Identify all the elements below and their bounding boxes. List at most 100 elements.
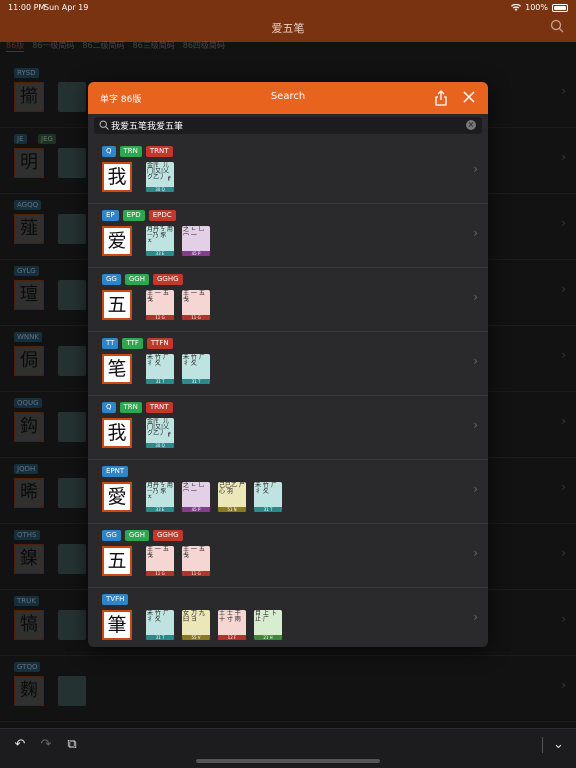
radical-glyphs: 月丹ㄋ 用ᅳ乃 豕 ㅊ	[147, 482, 173, 501]
radical-key-label: 31 T	[146, 635, 174, 640]
radical-glyphs: 禾 竹 ㄏ 彳 夂	[255, 482, 277, 495]
search-icon[interactable]	[550, 19, 564, 33]
radical-cards: 月丹ㄋ 用ᅳ乃 豕 ㅊ 33 E 之 ㄴ 乚 冖 一 45 P 己巳乙 尸 心 羽 51 …	[146, 482, 282, 512]
radical-card: 王 一 五 戋 11 G	[146, 546, 174, 576]
radical-card: 禾 竹 ㄏ 彳 夂 31 T	[182, 354, 210, 384]
code-badge: TT	[102, 338, 119, 349]
result-item[interactable]: EP EPD EPDC 爱月丹ㄋ 用ᅳ乃 豕 ㅊ 33 E 之 ㄴ 乚 冖 一 45 P ›	[88, 204, 488, 268]
battery-icon	[552, 3, 568, 12]
radical-card: 女 刀 九 臼 ヨ 55 V	[182, 610, 210, 640]
radical-key-label: 21 H	[254, 635, 282, 640]
radical-key-label: 45 P	[182, 507, 210, 512]
radical-key-label: 33 E	[146, 251, 174, 256]
radical-key-label: 33 E	[146, 507, 174, 512]
code-badge: EPNT	[102, 466, 129, 477]
battery-percent: 100%	[525, 3, 548, 12]
code-badge: GGHG	[152, 274, 183, 285]
status-date: Sun Apr 19	[44, 3, 89, 12]
character-tile: 五	[102, 546, 132, 576]
keyboard-dismiss-icon[interactable]: ⌄	[542, 737, 568, 753]
code-badges: TVFH	[102, 594, 129, 605]
undo-icon[interactable]: ↶	[12, 737, 28, 753]
radical-glyphs: 土 士 干 十 寸 雨	[219, 610, 241, 623]
result-item[interactable]: TVFH 筆 禾 竹 ㄏ 彳 夂 31 T 女 刀 九 臼 ヨ 55 V 土 士 干 十 寸…	[88, 588, 488, 647]
radical-card: 土 士 干 十 寸 雨 12 F	[218, 610, 246, 640]
character-tile: 我	[102, 162, 132, 192]
code-badges: GG GGH GGHG	[102, 530, 183, 541]
code-badge: TVFH	[102, 594, 129, 605]
chevron-right-icon: ›	[473, 546, 478, 560]
result-item[interactable]: Q TRN TRNT 我金|钅 儿 门|又|乂 ク乙丿 ┏ 30 Q ›	[88, 396, 488, 460]
code-badges: TT TTF TTFN	[102, 338, 173, 349]
result-item[interactable]: EPNT 愛月丹ㄋ 用ᅳ乃 豕 ㅊ 33 E 之 ㄴ 乚 冖 一 45 P 己巳乙 尸 心…	[88, 460, 488, 524]
close-icon[interactable]	[462, 90, 476, 104]
search-value[interactable]: 我爱五笔我爱五筆	[111, 119, 183, 132]
redo-icon[interactable]: ↷	[38, 737, 54, 753]
character-tile: 筆	[102, 610, 132, 640]
radical-glyphs: 王 一 五 戋	[147, 290, 169, 303]
radical-key-label: 31 T	[182, 379, 210, 384]
radical-key-label: 45 P	[182, 251, 210, 256]
result-item[interactable]: GG GGH GGHG 五 王 一 五 戋 11 G 王 一 五 戋 11 G ›	[88, 524, 488, 588]
radical-glyphs: 禾 竹 ㄏ 彳 夂	[147, 354, 169, 367]
code-badge: TTF	[122, 338, 143, 349]
radical-key-label: 12 F	[218, 635, 246, 640]
code-badge: EP	[102, 210, 119, 221]
radical-card: 目 上 卜 止 广 21 H	[254, 610, 282, 640]
radical-key-label: 51 N	[218, 507, 246, 512]
radical-glyphs: 之 ㄴ 乚 冖 一	[183, 482, 205, 495]
code-badge: TTFN	[146, 338, 173, 349]
status-time: 11:00 PM	[8, 3, 46, 12]
radical-card: 禾 竹 ㄏ 彳 夂 31 T	[146, 354, 174, 384]
code-badge: Q	[102, 146, 116, 157]
code-badge: TRNT	[145, 402, 173, 413]
radical-key-label: 11 G	[182, 315, 210, 320]
wifi-icon	[511, 3, 522, 11]
radical-card: 王 一 五 戋 11 G	[182, 546, 210, 576]
radical-glyphs: 月丹ㄋ 用ᅳ乃 豕 ㅊ	[147, 226, 173, 245]
code-badge: TRN	[119, 146, 142, 157]
radical-glyphs: 金|钅 儿 门|又|乂 ク乙丿 ┏	[147, 162, 171, 181]
code-badge: Q	[102, 402, 116, 413]
code-badge: GG	[102, 530, 121, 541]
search-modal: 单字 86版 Search 我爱五笔我爱五筆 × Q TRN TRNT 我金|钅 儿 …	[88, 82, 488, 647]
radical-key-label: 30 Q	[146, 187, 174, 192]
code-badge: GGH	[124, 274, 149, 285]
chevron-right-icon: ›	[473, 418, 478, 432]
radical-card: 之 ㄴ 乚 冖 一 45 P	[182, 226, 210, 256]
radical-card: 月丹ㄋ 用ᅳ乃 豕 ㅊ 33 E	[146, 226, 174, 256]
code-badge: GGH	[124, 530, 149, 541]
code-badge: GG	[102, 274, 121, 285]
radical-key-label: 31 T	[254, 507, 282, 512]
radical-card: 之 ㄴ 乚 冖 一 45 P	[182, 482, 210, 512]
radical-glyphs: 王 一 五 戋	[183, 290, 205, 303]
radical-cards: 金|钅 儿 门|又|乂 ク乙丿 ┏ 30 Q	[146, 418, 174, 448]
paste-icon[interactable]: ⧉	[64, 737, 80, 753]
character-tile: 愛	[102, 482, 132, 512]
radical-glyphs: 王 一 五 戋	[183, 546, 205, 559]
character-tile: 笔	[102, 354, 132, 384]
radical-glyphs: 禾 竹 ㄏ 彳 夂	[183, 354, 205, 367]
character-tile: 我	[102, 418, 132, 448]
radical-card: 禾 竹 ㄏ 彳 夂 31 T	[254, 482, 282, 512]
top-bar: 11:00 PM Sun Apr 19 100% 爱五笔	[0, 0, 576, 42]
modal-title: Search	[270, 91, 306, 102]
radical-glyphs: 目 上 卜 止 广	[255, 610, 277, 623]
clear-icon[interactable]: ×	[466, 120, 476, 130]
result-item[interactable]: GG GGH GGHG 五 王 一 五 戋 11 G 王 一 五 戋 11 G ›	[88, 268, 488, 332]
result-item[interactable]: Q TRN TRNT 我金|钅 儿 门|又|乂 ク乙丿 ┏ 30 Q ›	[88, 140, 488, 204]
result-item[interactable]: TT TTF TTFN 笔 禾 竹 ㄏ 彳 夂 31 T 禾 竹 ㄏ 彳 夂 31 T ›	[88, 332, 488, 396]
radical-key-label: 30 Q	[146, 443, 174, 448]
code-badges: Q TRN TRNT	[102, 402, 173, 413]
radical-glyphs: 己巳乙 尸 心 羽	[219, 482, 245, 495]
radical-card: 金|钅 儿 门|又|乂 ク乙丿 ┏ 30 Q	[146, 418, 174, 448]
share-icon[interactable]	[434, 90, 448, 106]
radical-key-label: 55 V	[182, 635, 210, 640]
search-input[interactable]: 我爱五笔我爱五筆 ×	[94, 117, 482, 134]
code-badges: Q TRN TRNT	[102, 146, 173, 157]
radical-cards: 月丹ㄋ 用ᅳ乃 豕 ㅊ 33 E 之 ㄴ 乚 冖 一 45 P	[146, 226, 210, 256]
chevron-right-icon: ›	[473, 482, 478, 496]
code-badge: TRN	[119, 402, 142, 413]
radical-cards: 金|钅 儿 门|又|乂 ク乙丿 ┏ 30 Q	[146, 162, 174, 192]
chevron-right-icon: ›	[473, 610, 478, 624]
